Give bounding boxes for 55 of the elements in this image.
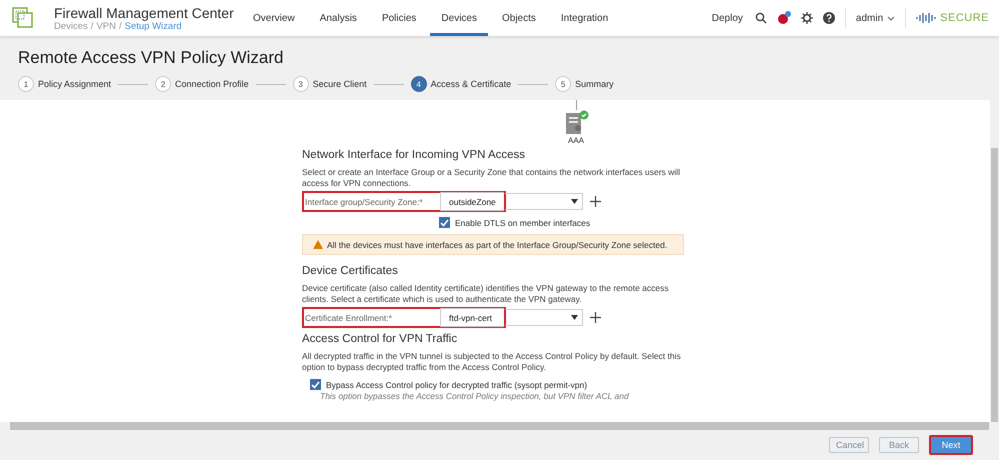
step-label: Access & Certificate — [430, 79, 512, 89]
step-label: Summary — [575, 79, 614, 89]
step-label: Connection Profile — [175, 79, 249, 89]
nav-tab[interactable]: Policies — [370, 0, 428, 36]
add-icon[interactable] — [590, 196, 601, 207]
add-icon[interactable] — [590, 312, 601, 323]
nav-tab[interactable]: Devices — [430, 0, 488, 36]
help-icon[interactable] — [822, 12, 835, 24]
section-heading: Access Control for VPN Traffic — [302, 333, 458, 345]
section-heading: Device Certificates — [302, 265, 399, 277]
app-logo-icon — [12, 7, 34, 29]
nav-tab[interactable]: Integration — [550, 0, 620, 36]
vertical-scrollbar[interactable] — [990, 100, 999, 422]
aaa-label: AAA — [568, 136, 584, 145]
breadcrumb-separator: / — [90, 20, 94, 32]
step-number: 1 — [18, 76, 34, 92]
nav-tab[interactable]: Analysis — [308, 0, 368, 36]
settings-icon[interactable] — [800, 12, 813, 24]
user-menu[interactable]: admin — [856, 12, 896, 24]
step-number: 3 — [292, 76, 309, 92]
brand-logo-icon — [916, 12, 936, 24]
step-number: 5 — [555, 76, 572, 92]
notification-icon[interactable] — [776, 11, 791, 25]
dropdown-caret-icon[interactable] — [571, 199, 578, 204]
nav-tab[interactable]: Overview — [242, 0, 306, 36]
checkbox[interactable] — [439, 217, 450, 228]
certificate-select[interactable]: ftd-vpn-cert — [440, 308, 504, 327]
zone-select[interactable]: outsideZone — [440, 192, 504, 211]
step-number: 2 — [155, 76, 172, 92]
nav-tab[interactable]: Objects — [490, 0, 547, 36]
field-label: Interface group/Security Zone:* — [305, 196, 424, 206]
dropdown-caret-icon[interactable] — [571, 315, 578, 320]
checkbox-label: Bypass Access Control policy for decrypted traffic (sysopt permit-vpn) — [326, 380, 588, 390]
section-description: Select or create an Interface Group or a Security Zone that contains the network interfaces users will access for VPN connections. — [302, 167, 681, 189]
checkbox[interactable] — [310, 379, 321, 390]
breadcrumb-separator: / — [118, 20, 122, 32]
field-label: Certificate Enrollment:* — [305, 312, 393, 322]
deploy-link[interactable]: Deploy — [712, 12, 743, 24]
step-label: Secure Client — [312, 79, 367, 89]
section-description: All decrypted traffic in the VPN tunnel is subjected to the Access Control Policy by default. Select this option to bypass decrypted traffic from the Access Control Policy. — [302, 351, 682, 373]
horizontal-scrollbar[interactable] — [10, 422, 989, 430]
brand-text: SECURE — [940, 12, 989, 24]
checkbox-label: Enable DTLS on member interfaces — [455, 218, 590, 228]
step-label: Policy Assignment — [38, 79, 112, 89]
server-check-icon — [563, 110, 589, 136]
section-description: Device certificate (also called Identity certificate) identifies the VPN gateway to the remote access clients. Select a certificate which is used to authenticate the VPN gateway. — [302, 283, 670, 305]
page-title: Remote Access VPN Policy Wizard — [18, 48, 284, 68]
caret-icon — [887, 16, 896, 20]
warning-text: All the devices must have interfaces as part of the Interface Group/Security Zone selected. — [327, 240, 668, 250]
option-note: This option bypasses the Access Control Policy inspection, but VPN filter ACL and — [320, 391, 630, 401]
section-heading: Network Interface for Incoming VPN Access — [302, 149, 526, 161]
app-title: Firewall Management Center — [54, 4, 235, 20]
search-icon[interactable] — [754, 12, 767, 24]
warning-icon — [313, 240, 323, 249]
step-number: 4 — [410, 76, 427, 92]
